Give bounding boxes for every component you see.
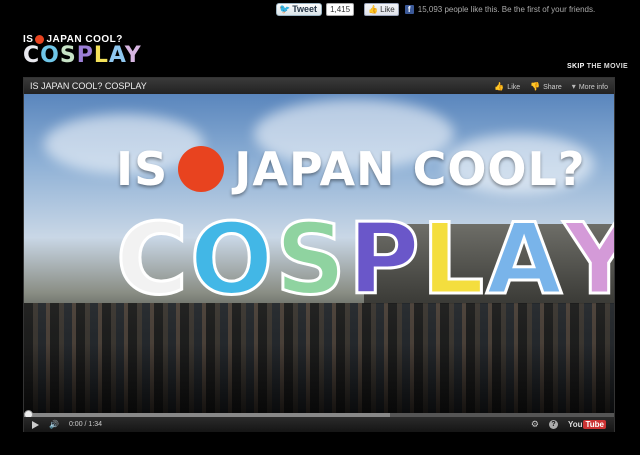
logo-letter: Y <box>124 43 142 68</box>
player-title-bar: IS JAPAN COOL? COSPLAY 👍 Like 👎 Share ▾ Mor… <box>24 78 614 94</box>
logo-letter: S <box>59 43 77 68</box>
logo-letter: A <box>108 43 125 68</box>
logo-letter: L <box>93 43 109 68</box>
video-cosplay-text: C O S P L A Y <box>115 203 614 317</box>
play-icon[interactable] <box>32 420 39 429</box>
video-title[interactable]: IS JAPAN COOL? COSPLAY <box>30 81 494 91</box>
facebook-like-count: 15,093 people like this. Be the first of… <box>417 4 596 14</box>
cosplay-letter: Y <box>562 203 614 317</box>
video-is-text: IS <box>116 142 169 196</box>
youtube-tube: Tube <box>583 420 606 429</box>
youtube-you: You <box>567 420 583 429</box>
rising-sun-dot-icon <box>178 146 225 192</box>
thumbs-up-icon: 👍 <box>494 81 505 91</box>
skip-rest: THE MOVIE <box>584 63 628 70</box>
like-action-label: Like <box>507 83 521 91</box>
share-action-label: Share <box>543 83 562 91</box>
logo-letter: C <box>23 43 41 68</box>
cosplay-letter: L <box>420 203 485 317</box>
facebook-icon: f <box>404 4 414 14</box>
youtube-logo[interactable]: You Tube <box>568 420 606 429</box>
cosplay-letter: S <box>274 203 348 317</box>
thumbs-up-icon: 👍 <box>368 4 379 14</box>
cosplay-letter: O <box>188 203 274 317</box>
time-display: 0:00 / 1:34 <box>68 421 103 428</box>
like-label: Like <box>380 4 395 14</box>
skip-movie-link[interactable]: SKIP THE MOVIE <box>567 63 628 70</box>
cosplay-letter: C <box>115 203 190 317</box>
volume-icon[interactable]: 🔊 <box>49 420 59 429</box>
video-frame[interactable]: IS JAPAN COOL? C O S P L A Y <box>24 94 614 413</box>
logo-letter: P <box>76 43 94 68</box>
video-player[interactable]: IS JAPAN COOL? COSPLAY 👍 Like 👎 Share ▾ Mor… <box>23 77 615 432</box>
twitter-bird-icon: 🐦 <box>279 3 291 14</box>
skip-bold: SKIP <box>567 63 585 70</box>
help-icon[interactable]: ? <box>548 420 558 429</box>
more-info-button[interactable]: ▾ More info <box>572 82 608 91</box>
thumbs-down-icon: 👎 <box>530 81 541 91</box>
tweet-label: Tweet <box>292 4 318 14</box>
crowd-shadow <box>24 343 614 413</box>
cosplay-letter: A <box>485 203 564 317</box>
logo-cosplay-text: COSPLAY <box>23 45 142 67</box>
cosplay-letter: P <box>346 203 421 317</box>
more-info-label: More info <box>578 83 608 91</box>
share-action-button[interactable]: 👎 Share <box>530 82 562 91</box>
logo-letter: O <box>40 43 60 68</box>
tweet-count: 1,415 <box>326 2 355 16</box>
chevron-down-icon: ▾ <box>571 81 576 91</box>
tweet-button[interactable]: 🐦 Tweet <box>276 2 323 16</box>
video-japan-cool-text: JAPAN COOL? <box>234 142 586 196</box>
gear-icon[interactable]: ⚙ <box>531 419 539 430</box>
site-logo[interactable]: IS JAPAN COOL? COSPLAY <box>23 34 142 67</box>
facebook-like-button[interactable]: 👍 Like <box>364 2 399 16</box>
player-controls: 🔊 0:00 / 1:34 ⚙ ? You Tube <box>24 417 614 432</box>
like-action-button[interactable]: 👍 Like <box>494 82 520 91</box>
social-bar: 🐦 Tweet 1,415 👍 Like f 15,093 people lik… <box>276 2 595 16</box>
player-actions: 👍 Like 👎 Share ▾ More info <box>494 82 608 91</box>
video-headline: IS JAPAN COOL? <box>116 142 586 196</box>
